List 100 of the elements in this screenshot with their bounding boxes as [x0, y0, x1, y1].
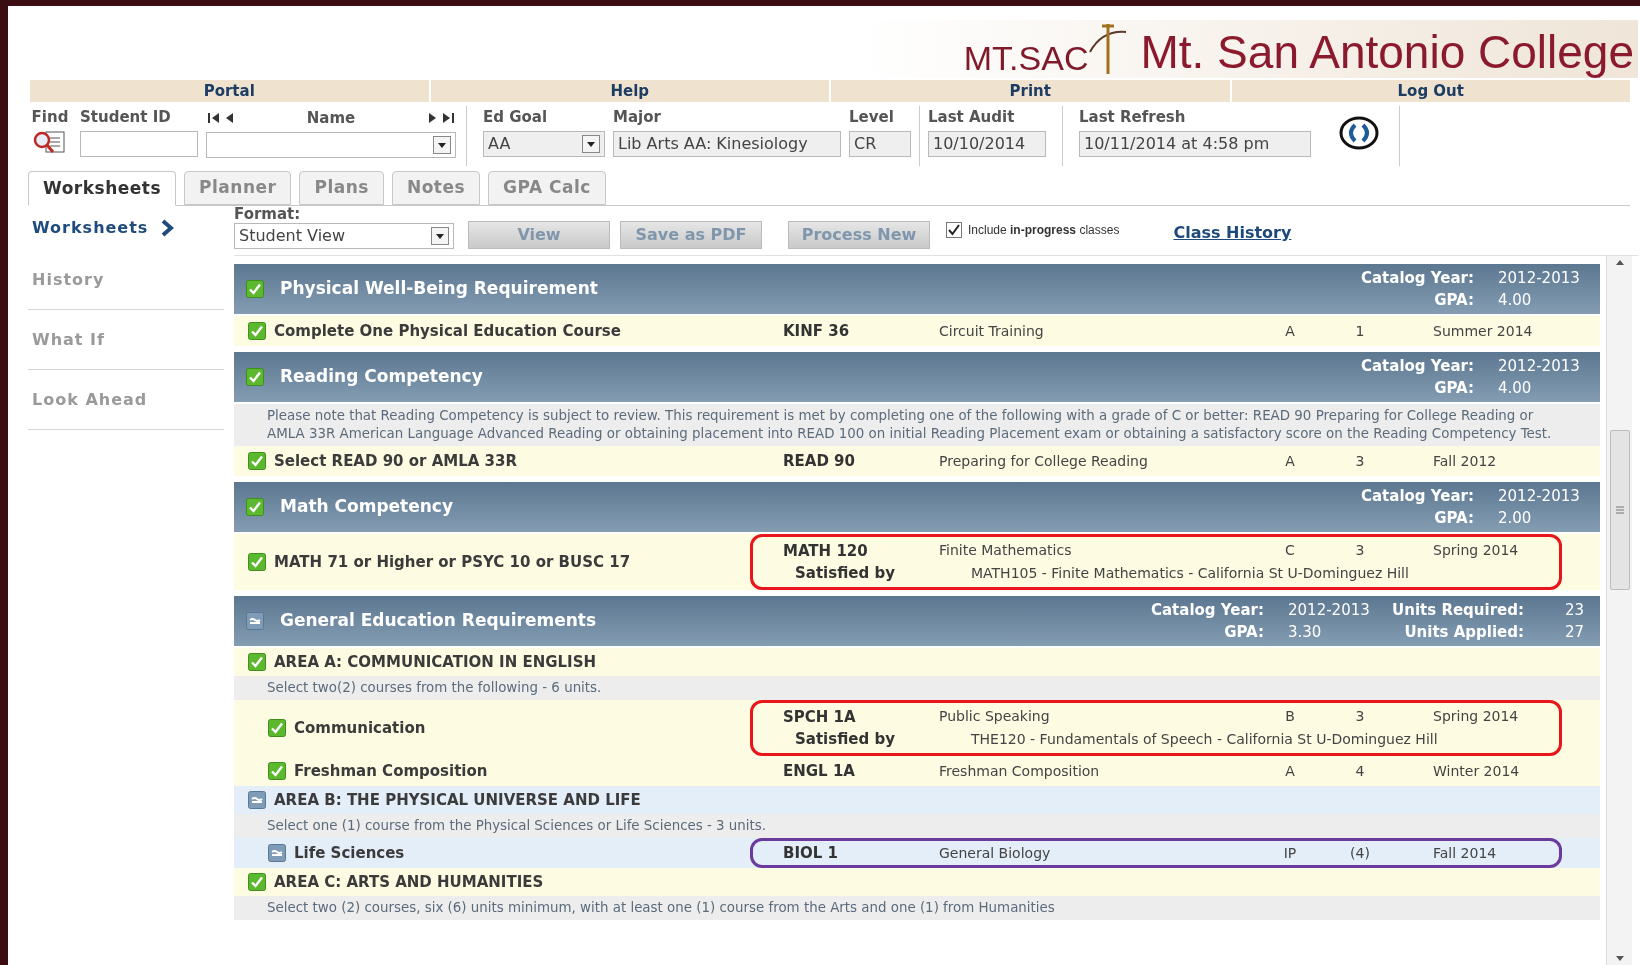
logo-mark: MT.SAC [963, 38, 1089, 78]
last-audit-field[interactable]: 10/10/2014 [928, 130, 1046, 157]
course-grade: C [1284, 541, 1296, 561]
requirement-label: Life Sciences [294, 842, 405, 864]
course-grade: A [1284, 761, 1296, 781]
stat-label: GPA: [1433, 290, 1474, 311]
nav-link[interactable]: Help [428, 80, 829, 102]
field-label: Major [613, 107, 662, 128]
requirement-note: Select two (2) courses, six (6) units minimum, with at least one (1) course from the Arts and one (1) from Humanities [234, 896, 1600, 920]
stat-value: 4.00 [1497, 378, 1533, 399]
course-credits: 3 [1354, 451, 1366, 471]
section-title: Math Competency [280, 495, 454, 519]
course-credits: 1 [1354, 321, 1366, 341]
stat-value: 2012-2013 [1287, 599, 1371, 621]
checkbox[interactable] [946, 222, 962, 238]
transfer-course: MATH105 - Finite Mathematics - California St U-Dominguez Hill [971, 563, 1409, 583]
satisfied-by-label: Satisfied by [794, 729, 896, 750]
field-label: Student ID [80, 107, 172, 128]
stat-label: GPA: [1223, 622, 1264, 643]
course-credits: 4 [1354, 761, 1366, 781]
transfer-course: THE120 - Fundamentals of Speech - California St U-Dominguez Hill [971, 729, 1438, 749]
scrollbar[interactable] [1606, 256, 1632, 965]
nav-link[interactable]: Print [829, 80, 1230, 102]
tilde-box-icon[interactable] [246, 612, 264, 630]
stat-value: 3.30 [1287, 622, 1323, 643]
course-term: Spring 2014 [1432, 707, 1519, 727]
refresh-icon[interactable] [1339, 116, 1379, 150]
area-label: AREA C: ARTS AND HUMANITIES [274, 871, 544, 893]
requirement-label: Freshman Composition [294, 760, 488, 782]
major-field[interactable]: Lib Arts AA: Kinesiology [613, 130, 841, 157]
find-label: Find [31, 107, 69, 128]
section-title: Reading Competency [280, 365, 483, 389]
field-label: Last Audit [928, 107, 1016, 128]
course-term: Summer 2014 [1432, 321, 1533, 341]
nav-link[interactable]: Portal [28, 80, 429, 102]
requirement-note: Please note that Reading Competency is subject to review. This requirement is met by completing one of the following with a grade of C or better: READ 90 Preparing for College Reading or AMLA 33R American Language Advanced Reading or obtaining placement into READ 100 on initial Reading Placement exam or obtaining a satisfactory score on the Reading Competency Test. [234, 404, 1600, 446]
checkbox-label: Include in-progress classes [968, 222, 1120, 239]
course-term: Fall 2014 [1432, 843, 1497, 863]
course-term: Spring 2014 [1432, 541, 1519, 561]
requirement-label: Complete One Physical Education Course [274, 320, 621, 342]
course-code: READ 90 [783, 450, 856, 472]
course-code: BIOL 1 [783, 842, 839, 864]
area-label: AREA B: THE PHYSICAL UNIVERSE AND LIFE [274, 789, 641, 811]
course-title: Public Speaking [939, 707, 1051, 727]
course-credits: 3 [1354, 707, 1366, 727]
stat-label: GPA: [1433, 508, 1474, 529]
field-label: Ed Goal [483, 107, 549, 128]
requirement-label: Select READ 90 or AMLA 33R [274, 450, 518, 472]
field-label: Last Refresh [1079, 107, 1187, 128]
course-term: Fall 2012 [1432, 451, 1497, 471]
stat-value: 2012-2013 [1497, 485, 1581, 507]
course-title: Preparing for College Reading [939, 451, 1149, 471]
course-grade: B [1284, 707, 1296, 727]
course-code: MATH 120 [783, 540, 869, 562]
field-label: Name [306, 109, 356, 127]
requirement-label: MATH 71 or Higher or PSYC 10 or BUSC 17 [274, 551, 631, 573]
course-code: SPCH 1A [783, 706, 857, 728]
stat-label: GPA: [1433, 378, 1474, 399]
requirement-note: Select two(2) courses from the following - 6 units. [234, 676, 1600, 700]
course-title: Finite Mathematics [939, 541, 1073, 561]
course-term: Winter 2014 [1432, 761, 1520, 781]
stat-value: 27 [1563, 622, 1584, 643]
class-history-link[interactable]: Class History [1173, 221, 1292, 249]
college-name: Mt. San Antonio College [1140, 26, 1634, 78]
stat-label: Units Applied: [1403, 622, 1524, 643]
course-grade: A [1284, 321, 1296, 341]
course-code: ENGL 1A [783, 760, 856, 782]
section-title: Physical Well-Being Requirement [280, 277, 598, 301]
stat-value: 2.00 [1497, 508, 1533, 529]
requirement-label: Communication [294, 717, 426, 739]
format-select[interactable]: Student View [234, 223, 454, 249]
ed-goal-select[interactable]: AA [483, 130, 605, 157]
requirement-note: Select one (1) course from the Physical Sciences or Life Sciences - 3 units. [234, 814, 1600, 838]
nav-link[interactable]: Log Out [1229, 80, 1630, 102]
course-grade: A [1284, 451, 1296, 471]
course-title: General Biology [939, 843, 1052, 863]
student-id-field[interactable] [80, 130, 198, 157]
stat-label: Units Required: [1391, 599, 1524, 621]
stat-value: 2012-2013 [1497, 355, 1581, 377]
course-title: Circuit Training [939, 321, 1045, 341]
stat-value: 4.00 [1497, 290, 1533, 311]
last-record-icon[interactable] [440, 111, 456, 125]
first-record-icon[interactable] [206, 111, 222, 125]
tilde-box-icon[interactable] [248, 791, 266, 809]
field-label: Level [849, 107, 895, 128]
course-title: Freshman Composition [939, 761, 1101, 781]
stat-value: 2012-2013 [1497, 267, 1581, 289]
area-label: AREA A: COMMUNICATION IN ENGLISH [274, 651, 597, 673]
scroll-thumb[interactable] [1609, 430, 1630, 590]
tilde-box-icon[interactable] [268, 844, 286, 862]
section-title: General Education Requirements [280, 609, 597, 633]
course-code: KINF 36 [783, 320, 851, 342]
chevron-right-icon [160, 219, 175, 237]
last-refresh-field[interactable]: 10/11/2014 at 4:58 pm [1079, 130, 1311, 157]
satisfied-by-label: Satisfied by [794, 563, 896, 584]
tab[interactable]: Worksheets [28, 171, 177, 206]
stat-value: 23 [1563, 599, 1584, 621]
level-field[interactable]: CR [849, 130, 911, 157]
stat-label: Catalog Year: [1360, 355, 1474, 377]
sidebar-item[interactable]: Worksheets [28, 206, 224, 250]
